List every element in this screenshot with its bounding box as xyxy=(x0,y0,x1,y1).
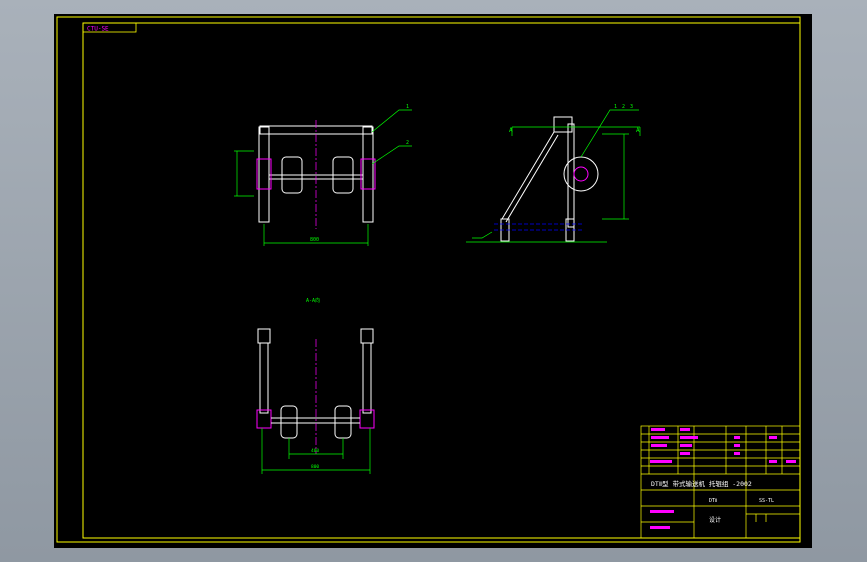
front-right-leg xyxy=(362,126,374,223)
top-left-cap xyxy=(257,328,271,344)
front-callout-leaders xyxy=(371,109,412,165)
front-callout-1: 1 xyxy=(406,104,409,110)
title-block-name: 设计 xyxy=(709,516,721,524)
front-callout-2: 2 xyxy=(406,140,409,146)
side-dimensions xyxy=(466,109,641,243)
top-dim-inner: 400 xyxy=(311,448,319,454)
top-view-label: A-A向 xyxy=(306,297,320,304)
side-view xyxy=(500,116,599,242)
sheet-border-inner xyxy=(82,22,801,539)
top-left-arm xyxy=(259,342,269,414)
front-dimensions xyxy=(234,150,369,246)
side-callout-2: 2 xyxy=(622,104,625,110)
title-block-title: DTⅡ型 带式输送机 托辊组 -2002 xyxy=(651,479,752,488)
cad-drawing: CTU-SE 800 1 2 A A 1 2 3 A-A向 400 800 DT… xyxy=(56,16,801,543)
title-block-code: DTⅡ xyxy=(709,498,717,504)
sheet-border-outer xyxy=(56,16,801,543)
side-section-mark-right: A xyxy=(636,127,640,134)
side-post xyxy=(567,123,575,228)
side-callout-3: 3 xyxy=(630,104,633,110)
title-block-drawing-no: SS-TL xyxy=(759,498,774,504)
side-brace xyxy=(501,131,555,220)
top-roller-right xyxy=(334,405,352,439)
top-right-arm xyxy=(362,342,372,414)
side-callout-1: 1 xyxy=(614,104,617,110)
front-dim-width: 800 xyxy=(310,237,319,243)
top-right-cap xyxy=(360,328,374,344)
drawing-canvas[interactable]: CTU-SE 800 1 2 A A 1 2 3 A-A向 400 800 DT… xyxy=(54,14,812,548)
frame-tag: CTU-SE xyxy=(87,26,109,33)
front-left-leg xyxy=(258,126,270,223)
app-window: CTU-SE 800 1 2 A A 1 2 3 A-A向 400 800 DT… xyxy=(0,0,867,562)
top-view xyxy=(256,328,375,439)
side-section-mark-left: A xyxy=(509,127,513,134)
side-roller xyxy=(563,156,599,192)
top-dim-outer: 800 xyxy=(311,464,319,470)
top-roller-left xyxy=(280,405,298,439)
